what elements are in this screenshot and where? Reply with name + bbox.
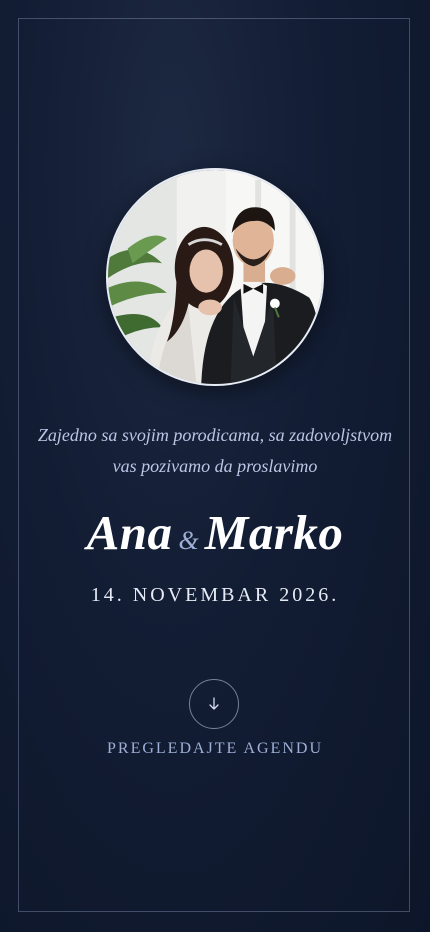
invitation-intro-text: Zajedno sa svojim porodicama, sa zadovol… — [24, 420, 406, 482]
couple-photo — [106, 168, 324, 386]
couple-names: Ana & Marko — [0, 504, 430, 561]
arrow-down-icon — [209, 697, 219, 710]
ampersand: & — [178, 526, 199, 555]
view-agenda-label[interactable]: PREGLEDAJTE AGENDU — [0, 740, 430, 758]
intro-line-2: vas pozivamo da proslavimo — [112, 456, 318, 476]
event-date: 14. NOVEMBAR 2026. — [90, 584, 340, 606]
bride-name: Ana — [86, 505, 173, 560]
view-agenda-button[interactable] — [189, 679, 239, 729]
groom-name: Marko — [204, 505, 344, 560]
intro-line-1: Zajedno sa svojim porodicama, sa zadovol… — [37, 425, 393, 445]
